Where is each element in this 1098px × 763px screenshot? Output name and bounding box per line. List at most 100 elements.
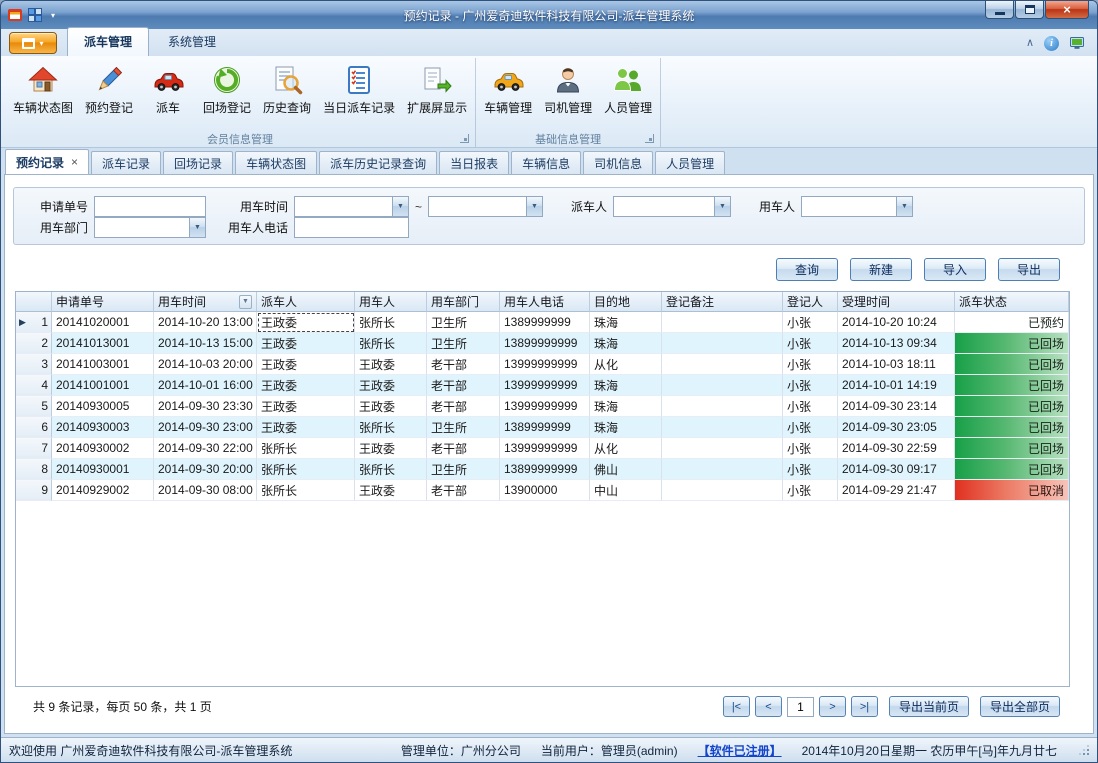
quick-access-caret-icon[interactable]: ▾: [51, 11, 55, 20]
table-cell[interactable]: 2014-10-20 13:00: [154, 312, 257, 333]
create-button[interactable]: 新建: [850, 258, 912, 281]
table-cell[interactable]: 20140930003: [52, 417, 154, 438]
table-cell[interactable]: 张所长: [257, 480, 355, 501]
table-cell[interactable]: 中山: [590, 480, 662, 501]
table-cell[interactable]: [662, 354, 783, 375]
application-menu-button[interactable]: ▾: [9, 32, 57, 54]
table-cell[interactable]: 2014-09-30 20:00: [154, 459, 257, 480]
first-page-button[interactable]: |<: [723, 696, 750, 717]
table-cell[interactable]: 王政委: [355, 354, 427, 375]
table-cell[interactable]: 20140929002: [52, 480, 154, 501]
table-cell[interactable]: 王政委: [355, 396, 427, 417]
tab-reservation-records[interactable]: 预约记录×: [5, 149, 89, 174]
dispatch-status-cell[interactable]: 已回场: [955, 375, 1069, 396]
screen-display-icon[interactable]: [1069, 35, 1085, 51]
table-cell[interactable]: 20140930001: [52, 459, 154, 480]
table-cell[interactable]: 老干部: [427, 354, 500, 375]
table-cell[interactable]: 20140930002: [52, 438, 154, 459]
table-cell[interactable]: 2014-09-29 21:47: [838, 480, 955, 501]
prev-page-button[interactable]: <: [755, 696, 782, 717]
table-cell[interactable]: 小张: [783, 354, 838, 375]
tab-return-records[interactable]: 回场记录: [163, 151, 233, 174]
table-cell[interactable]: 王政委: [355, 480, 427, 501]
table-cell[interactable]: 20141020001: [52, 312, 154, 333]
export-all-pages-button[interactable]: 导出全部页: [980, 696, 1060, 717]
table-cell[interactable]: 老干部: [427, 438, 500, 459]
table-row[interactable]: 8201409300012014-09-30 20:00张所长张所长卫生所138…: [16, 459, 1069, 480]
personnel-management-button[interactable]: 人员管理: [598, 60, 658, 118]
close-button[interactable]: ×: [1045, 1, 1089, 19]
table-cell[interactable]: 王政委: [257, 354, 355, 375]
dispatch-status-cell[interactable]: 已回场: [955, 396, 1069, 417]
table-cell[interactable]: 小张: [783, 312, 838, 333]
table-row[interactable]: ▶1201410200012014-10-20 13:00王政委张所长卫生所13…: [16, 312, 1069, 333]
driver-management-button[interactable]: 司机管理: [538, 60, 598, 118]
table-cell[interactable]: 张所长: [257, 438, 355, 459]
table-cell[interactable]: 13899999999: [500, 333, 590, 354]
export-button[interactable]: 导出: [998, 258, 1060, 281]
table-cell[interactable]: 小张: [783, 396, 838, 417]
table-cell[interactable]: 小张: [783, 459, 838, 480]
table-cell[interactable]: 张所长: [355, 312, 427, 333]
table-row[interactable]: 5201409300052014-09-30 23:30王政委王政委老干部139…: [16, 396, 1069, 417]
table-cell[interactable]: 张所长: [355, 459, 427, 480]
ribbon-tab-dispatch-management[interactable]: 派车管理: [67, 27, 149, 56]
vehicle-management-button[interactable]: 车辆管理: [478, 60, 538, 118]
table-cell[interactable]: 13999999999: [500, 396, 590, 417]
table-cell[interactable]: 小张: [783, 438, 838, 459]
table-cell[interactable]: [662, 375, 783, 396]
close-tab-icon[interactable]: ×: [71, 155, 78, 169]
table-cell[interactable]: 20141003001: [52, 354, 154, 375]
column-header[interactable]: 派车人: [257, 292, 355, 312]
column-header[interactable]: 申请单号: [52, 292, 154, 312]
tab-vehicle-status-chart[interactable]: 车辆状态图: [235, 151, 317, 174]
dispatch-status-cell[interactable]: 已回场: [955, 438, 1069, 459]
use-time-from-combo[interactable]: ▼: [294, 196, 409, 217]
table-cell[interactable]: 20141013001: [52, 333, 154, 354]
table-cell[interactable]: 13900000: [500, 480, 590, 501]
table-cell[interactable]: 卫生所: [427, 459, 500, 480]
table-cell[interactable]: 珠海: [590, 417, 662, 438]
table-cell[interactable]: 2014-09-30 09:17: [838, 459, 955, 480]
resize-grip[interactable]: [1079, 745, 1089, 755]
table-cell[interactable]: 王政委: [257, 333, 355, 354]
table-cell[interactable]: 2014-09-30 22:00: [154, 438, 257, 459]
apply-no-input[interactable]: [94, 196, 206, 217]
table-cell[interactable]: 2014-09-30 23:05: [838, 417, 955, 438]
info-icon[interactable]: i: [1044, 36, 1059, 51]
tab-daily-report[interactable]: 当日报表: [439, 151, 509, 174]
dispatch-button[interactable]: 派车: [139, 60, 197, 118]
table-cell[interactable]: 2014-09-30 23:00: [154, 417, 257, 438]
maximize-button[interactable]: [1015, 1, 1044, 19]
table-cell[interactable]: 2014-10-20 10:24: [838, 312, 955, 333]
table-cell[interactable]: 小张: [783, 333, 838, 354]
table-cell[interactable]: 珠海: [590, 312, 662, 333]
dispatcher-combo[interactable]: ▼: [613, 196, 731, 217]
table-cell[interactable]: 王政委: [257, 375, 355, 396]
minimize-button[interactable]: [985, 1, 1014, 19]
table-row[interactable]: 9201409290022014-09-30 08:00张所长王政委老干部139…: [16, 480, 1069, 501]
extended-screen-button[interactable]: 扩展屏显示: [401, 60, 473, 118]
page-number-input[interactable]: [787, 697, 814, 717]
table-row[interactable]: 7201409300022014-09-30 22:00张所长王政委老干部139…: [16, 438, 1069, 459]
table-cell[interactable]: 小张: [783, 375, 838, 396]
dispatch-status-cell[interactable]: 已回场: [955, 333, 1069, 354]
tab-personnel-management[interactable]: 人员管理: [655, 151, 725, 174]
chevron-down-icon[interactable]: ▼: [526, 197, 542, 216]
dialog-launcher-icon[interactable]: [645, 134, 654, 143]
chevron-down-icon[interactable]: ▼: [896, 197, 912, 216]
table-cell[interactable]: 王政委: [257, 396, 355, 417]
dispatch-status-cell[interactable]: 已回场: [955, 354, 1069, 375]
table-row[interactable]: 6201409300032014-09-30 23:00王政委张所长卫生所138…: [16, 417, 1069, 438]
column-header[interactable]: 用车时间▼: [154, 292, 257, 312]
chevron-down-icon[interactable]: ▼: [392, 197, 408, 216]
table-cell[interactable]: [662, 417, 783, 438]
table-cell[interactable]: 老干部: [427, 480, 500, 501]
user-combo[interactable]: ▼: [801, 196, 913, 217]
tab-vehicle-info[interactable]: 车辆信息: [511, 151, 581, 174]
table-cell[interactable]: 王政委: [257, 312, 355, 333]
table-cell[interactable]: 2014-09-30 22:59: [838, 438, 955, 459]
table-cell[interactable]: 珠海: [590, 333, 662, 354]
table-cell[interactable]: 小张: [783, 480, 838, 501]
tab-dispatch-history-query[interactable]: 派车历史记录查询: [319, 151, 437, 174]
